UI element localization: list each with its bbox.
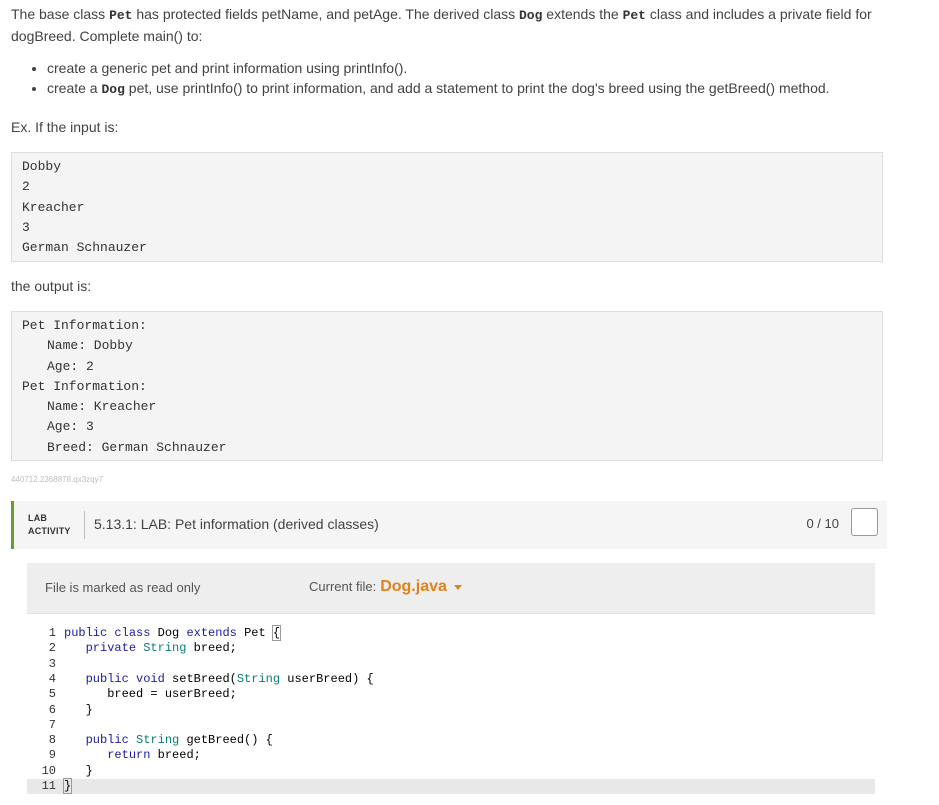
line-number: 8 (48, 733, 56, 748)
input-line: Dobby (22, 159, 62, 174)
output-line: Pet Information: (22, 318, 147, 333)
output-line: Name: Kreacher (47, 399, 157, 415)
input-line: German Schnauzer (22, 240, 147, 256)
code-line: 8 public String getBreed() { (27, 733, 875, 748)
code-line: 6 } (27, 703, 875, 718)
lab-title: 5.13.1: LAB: Pet information (derived cl… (94, 516, 379, 532)
input-line: 3 (22, 219, 30, 235)
output-line: Breed: German Schnauzer (47, 439, 227, 455)
task-list: create a generic pet and print informati… (11, 58, 891, 100)
code-line: 2 private String breed; (27, 641, 875, 656)
score-box-icon (851, 508, 878, 536)
current-file-label: Current file: (309, 579, 377, 594)
code-line: 7 (27, 718, 875, 733)
editor-toolbar: File is marked as read only Current file… (27, 563, 875, 613)
instructions: The base class Pet has protected fields … (11, 4, 891, 100)
code-line: 3 (27, 657, 875, 672)
lab-activity-tag: LAB ACTIVITY (28, 513, 71, 536)
read-only-notice: File is marked as read only (45, 580, 201, 595)
code-line: 9 return breed; (27, 748, 875, 763)
current-file-name[interactable]: Dog.java (380, 578, 447, 595)
lab-activity-header: LAB ACTIVITY 5.13.1: LAB: Pet informatio… (11, 501, 887, 549)
input-line: Kreacher (22, 199, 85, 215)
line-number: 9 (48, 748, 56, 763)
task-item: create a Dog pet, use printInfo() to pri… (47, 78, 891, 100)
code-line: 1 public class Dog extends Pet { (27, 625, 875, 641)
example-input-box: Dobby 2 Kreacher 3 German Schnauzer (11, 152, 883, 262)
code-line-active: 11} (27, 778, 875, 795)
code-line: 4 public void setBreed(String userBreed)… (27, 672, 875, 687)
code-line: 10 } (27, 764, 875, 779)
output-line: Pet Information: (22, 378, 147, 394)
code-dog: Dog (519, 8, 543, 23)
line-number: 4 (48, 671, 56, 686)
output-line: Age: 2 (47, 358, 94, 374)
line-number: 10 (41, 763, 56, 778)
code-line: 5 breed = userBreed; (27, 687, 875, 702)
task-item: create a generic pet and print informati… (47, 58, 891, 78)
divider (84, 511, 85, 539)
output-line: Age: 3 (47, 419, 94, 435)
intro-paragraph: The base class Pet has protected fields … (11, 6, 872, 44)
line-number: 3 (48, 656, 56, 671)
line-number: 11 (41, 779, 56, 793)
code-editor-panel: File is marked as read only Current file… (27, 563, 875, 805)
code-dog: Dog (101, 82, 125, 97)
line-number: 1 (48, 626, 56, 640)
output-line: Name: Dobby (47, 338, 133, 354)
line-number: 5 (48, 687, 56, 702)
line-number: 7 (48, 717, 56, 732)
code-pet: Pet (109, 8, 133, 23)
lab-score: 0 / 10 (806, 516, 839, 531)
input-line: 2 (22, 179, 30, 195)
line-number: 2 (48, 641, 56, 656)
output-label: the output is: (11, 278, 92, 294)
current-file-selector[interactable]: Current file: Dog.java (309, 578, 462, 596)
example-output-box: Pet Information: Name: Dobby Age: 2 Pet … (11, 311, 883, 461)
caret-down-icon[interactable] (453, 585, 462, 591)
example-label: Ex. If the input is: (11, 119, 119, 135)
tracking-id: 440712.2368878.qx3zqy7 (11, 475, 104, 484)
line-number: 6 (48, 702, 56, 717)
code-pet: Pet (622, 8, 646, 23)
code-editor[interactable]: 1 public class Dog extends Pet { 2 privat… (27, 613, 875, 805)
